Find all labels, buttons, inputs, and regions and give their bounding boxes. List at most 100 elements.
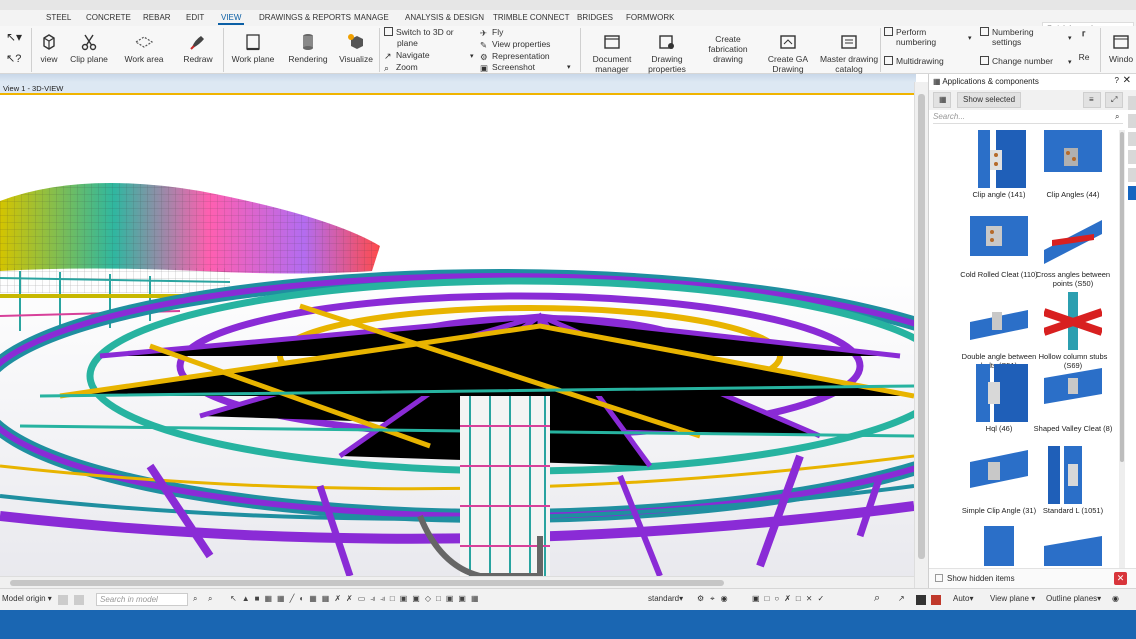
change-number-button[interactable]: Change number	[980, 56, 1053, 66]
settings-icon	[980, 27, 989, 36]
snap-icon[interactable]	[58, 595, 68, 605]
tab-steel[interactable]: STEEL	[46, 13, 71, 22]
component-item[interactable]: Hql (46)	[959, 364, 1039, 433]
multidrawing-button[interactable]: Multidrawing	[884, 56, 944, 66]
side-tab[interactable]	[1128, 132, 1136, 146]
tab-rebar[interactable]: REBAR	[143, 13, 171, 22]
view-properties-button[interactable]: ✎ View properties	[480, 39, 550, 50]
auto-select[interactable]: Auto▾	[953, 594, 973, 603]
scroll-thumb[interactable]	[918, 94, 925, 559]
tab-edit[interactable]: EDIT	[186, 13, 204, 22]
close-icon[interactable]: ✕	[1123, 75, 1131, 86]
menu-icon[interactable]: ≡	[1083, 92, 1101, 108]
component-item[interactable]	[1033, 526, 1113, 566]
component-item[interactable]: Standard L (1051)	[1033, 446, 1113, 515]
view-plane-select[interactable]: View plane ▾	[990, 594, 1035, 603]
side-tab[interactable]	[1128, 150, 1136, 164]
document-manager-button[interactable]: Document manager	[588, 32, 636, 74]
work-plane-button[interactable]: Work plane	[228, 32, 278, 64]
rendering-button[interactable]: Rendering	[284, 32, 332, 64]
selection-toolbar[interactable]: ↖▲■▦▦╱◐▦▦✗✗▭⫣⫣□▣▣◇□▣▣▦	[230, 594, 484, 604]
outline-planes-select[interactable]: Outline planes▾	[1046, 594, 1101, 603]
dropdown-arrow-icon[interactable]: ▾	[1068, 34, 1072, 42]
viewport-horizontal-scrollbar[interactable]	[0, 576, 914, 588]
work-plane-icon	[246, 34, 260, 51]
document-manager-icon	[604, 35, 620, 49]
zoom-search-icon[interactable]: ⌕	[208, 594, 212, 604]
tab-concrete[interactable]: CONCRETE	[86, 13, 131, 22]
model-search-input[interactable]: Search in model	[96, 593, 188, 606]
snap-box-icon[interactable]	[916, 595, 926, 605]
scroll-thumb[interactable]	[10, 580, 724, 586]
side-tab[interactable]	[1128, 114, 1136, 128]
navigate-button[interactable]: ↗ Navigate	[384, 50, 430, 61]
dropdown-arrow-icon[interactable]: ▾	[470, 52, 474, 60]
snap-toolbar[interactable]: ▣□○✗□⨯✓	[752, 594, 829, 603]
dropdown-arrow-icon[interactable]: ▾	[567, 63, 571, 71]
component-item[interactable]: Cross angles between points (S50)	[1033, 210, 1113, 288]
help-icon[interactable]: ?	[1115, 76, 1119, 85]
zoom-button[interactable]: ⌕ Zoom	[384, 62, 418, 73]
clear-icon[interactable]: ✕	[1114, 572, 1127, 585]
arrow-icon[interactable]: ↗	[898, 594, 905, 603]
component-item[interactable]: Cold Rolled Cleat (110)	[959, 210, 1039, 279]
tab-trimble-connect[interactable]: TRIMBLE CONNECT	[493, 13, 569, 22]
search-icon[interactable]: ⌕	[193, 594, 197, 604]
standard-select[interactable]: standard▾	[648, 594, 683, 603]
scroll-thumb[interactable]	[1120, 132, 1124, 462]
side-tab[interactable]	[1128, 168, 1136, 182]
model-origin-select[interactable]: Model origin ▾	[2, 594, 52, 603]
windows-button[interactable]: Windo	[1106, 32, 1136, 64]
component-item[interactable]: Simple Clip Angle (31)	[959, 446, 1039, 515]
screenshot-button[interactable]: ▣ Screenshot	[480, 62, 535, 73]
viewport-vertical-scrollbar[interactable]	[914, 82, 928, 588]
show-selected-button[interactable]: Show selected	[957, 92, 1022, 108]
representation-button[interactable]: ⚙ Representation	[480, 51, 550, 62]
help-select-icon[interactable]: ↖?	[6, 52, 26, 65]
component-search-input[interactable]: Search...	[933, 112, 1123, 124]
snap-box-icon[interactable]	[931, 595, 941, 605]
tab-formwork[interactable]: FORMWORK	[626, 13, 674, 22]
tab-manage[interactable]: MANAGE	[354, 13, 389, 22]
master-drawing-catalog-button[interactable]: Master drawing catalog	[818, 32, 880, 74]
visualize-button[interactable]: Visualize	[336, 32, 376, 64]
component-item[interactable]	[959, 526, 1039, 566]
tab-analysis-design[interactable]: ANALYSIS & DESIGN	[405, 13, 484, 22]
eye-icon[interactable]: ◉	[1112, 594, 1119, 603]
drawing-properties-button[interactable]: Drawing properties	[642, 32, 692, 74]
side-tab[interactable]	[1128, 96, 1136, 110]
tab-view[interactable]: VIEW	[217, 13, 245, 25]
side-tab-active[interactable]	[1128, 186, 1136, 200]
switch-3d-button[interactable]: Switch to 3D or	[384, 27, 454, 37]
snap-icon[interactable]	[74, 595, 84, 605]
panel-scrollbar[interactable]	[1119, 130, 1125, 570]
perform-numbering-button[interactable]: Perform numbering	[884, 27, 936, 47]
view-properties-icon: ✎	[480, 40, 488, 50]
component-item[interactable]: Double angle between bolts (S51)	[959, 292, 1039, 370]
component-item[interactable]: Shaped Valley Cleat (8)	[1033, 364, 1113, 433]
dropdown-arrow-icon[interactable]: ▾	[968, 34, 972, 42]
tab-drawings-reports[interactable]: DRAWINGS & REPORTS	[259, 13, 351, 22]
expand-icon[interactable]: ⤢	[1105, 92, 1123, 108]
create-ga-drawing-button[interactable]: Create GA Drawing	[762, 32, 814, 74]
steel-structure-model	[0, 183, 914, 576]
show-hidden-checkbox[interactable]	[935, 574, 943, 582]
component-item[interactable]: Clip Angles (44)	[1033, 130, 1113, 199]
tab-bridges[interactable]: BRIDGES	[577, 13, 613, 22]
select-arrow-icon[interactable]: ↖▾	[6, 30, 26, 44]
model-viewport[interactable]	[0, 96, 914, 576]
dropdown-arrow-icon[interactable]: ▾	[1068, 58, 1072, 66]
re-button[interactable]: ⸢ Re	[1076, 30, 1092, 62]
create-fabrication-drawing-button[interactable]: Create fabrication drawing	[700, 32, 756, 64]
component-item[interactable]: Clip angle (141)	[959, 130, 1039, 199]
numbering-settings-button[interactable]: Numbering settings	[980, 27, 1038, 47]
view-button[interactable]: view	[36, 32, 62, 64]
grid-view-icon[interactable]: ▦	[933, 92, 951, 108]
component-item[interactable]: Hollow column stubs (S69)	[1033, 292, 1113, 370]
clip-plane-button[interactable]: Clip plane	[66, 32, 112, 64]
fly-button[interactable]: ✈ Fly	[480, 27, 503, 38]
settings-toolbar[interactable]: ⚙⌖◉	[697, 594, 734, 604]
redraw-button[interactable]: Redraw	[178, 32, 218, 64]
work-area-button[interactable]: Work area	[120, 32, 168, 64]
magnifier-icon[interactable]: ⌕	[874, 592, 880, 605]
